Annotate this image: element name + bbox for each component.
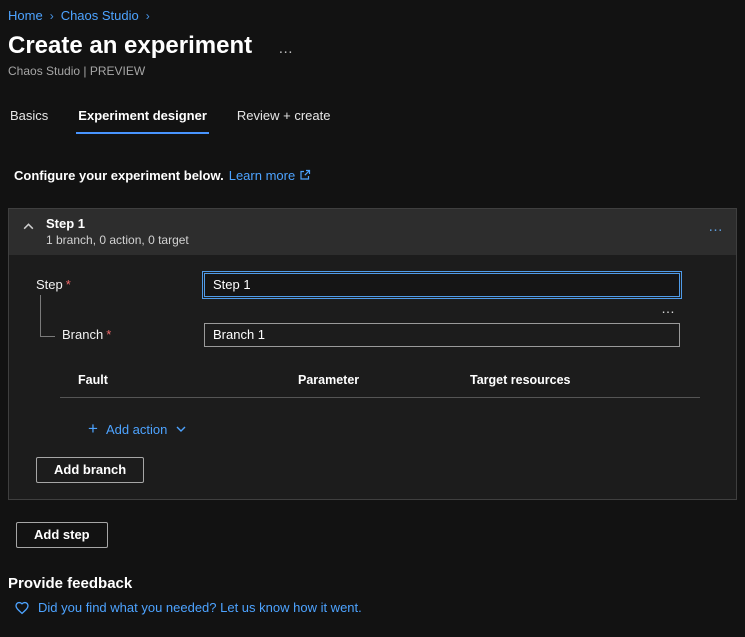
add-action-label: Add action [106, 422, 167, 437]
step-panel-header[interactable]: Step 1 1 branch, 0 action, 0 target … [9, 209, 736, 255]
branch-tree-connector [40, 295, 55, 337]
step-panel-body: Step* … Branch* Fault Parameter Target r… [9, 255, 736, 499]
feedback-link-text: Did you find what you needed? Let us kno… [38, 600, 362, 615]
fault-table: Fault Parameter Target resources [60, 373, 700, 398]
tab-experiment-designer[interactable]: Experiment designer [76, 108, 209, 134]
breadcrumb-separator: › [146, 9, 150, 23]
chevron-down-icon [175, 424, 187, 434]
breadcrumb-home[interactable]: Home [8, 8, 43, 23]
step-name-input[interactable] [204, 273, 680, 297]
breadcrumb: Home › Chaos Studio › [8, 8, 737, 23]
branch-name-input[interactable] [204, 323, 680, 347]
page-title: Create an experiment [8, 32, 252, 60]
chevron-up-icon[interactable] [22, 221, 35, 232]
add-step-button[interactable]: Add step [16, 522, 108, 548]
page-subtitle: Chaos Studio | PREVIEW [8, 64, 737, 78]
external-link-icon [299, 169, 311, 181]
step-panel-summary: 1 branch, 0 action, 0 target [46, 233, 189, 247]
tab-bar: Basics Experiment designer Review + crea… [8, 108, 737, 134]
step-name-label: Step* [29, 277, 204, 292]
column-header-parameter: Parameter [298, 373, 470, 387]
intro-text: Configure your experiment below. [14, 168, 224, 183]
branch-more-options-button[interactable]: … [204, 301, 676, 319]
page-more-options-button[interactable]: … [278, 40, 294, 57]
page: Home › Chaos Studio › Create an experime… [0, 0, 745, 615]
required-marker: * [66, 277, 71, 292]
step-panel-header-text: Step 1 1 branch, 0 action, 0 target [46, 216, 189, 247]
column-header-fault: Fault [78, 373, 298, 387]
feedback-title: Provide feedback [8, 575, 737, 592]
breadcrumb-chaos-studio[interactable]: Chaos Studio [61, 8, 139, 23]
breadcrumb-separator: › [50, 9, 54, 23]
learn-more-link[interactable]: Learn more [229, 168, 311, 183]
add-step-wrap: Add step [16, 522, 737, 548]
add-action-button[interactable]: + Add action [88, 422, 187, 437]
step-name-field [204, 273, 680, 297]
intro-line: Configure your experiment below. Learn m… [14, 168, 737, 183]
branch-name-field [204, 323, 680, 347]
branch-name-label: Branch* [29, 327, 204, 342]
plus-icon: + [88, 420, 98, 437]
feedback-link[interactable]: Did you find what you needed? Let us kno… [14, 600, 737, 615]
column-header-target-resources: Target resources [470, 373, 700, 387]
add-branch-button[interactable]: Add branch [36, 457, 144, 483]
step-panel-title: Step 1 [46, 216, 189, 231]
step-panel: Step 1 1 branch, 0 action, 0 target … St… [8, 208, 737, 500]
learn-more-label: Learn more [229, 168, 295, 183]
add-branch-wrap: Add branch [36, 457, 720, 483]
tab-review-create[interactable]: Review + create [235, 108, 333, 134]
title-row: Create an experiment … [8, 32, 737, 60]
heart-icon [14, 600, 30, 615]
tab-basics[interactable]: Basics [8, 108, 50, 134]
step-more-options-button[interactable]: … [708, 218, 724, 235]
step-form: Step* … Branch* [29, 273, 720, 347]
required-marker: * [106, 327, 111, 342]
fault-table-header-row: Fault Parameter Target resources [60, 373, 700, 398]
